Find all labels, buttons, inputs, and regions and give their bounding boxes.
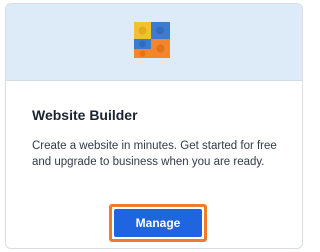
website-builder-card: Website Builder Create a website in minu…	[5, 3, 303, 249]
lego-blocks-icon	[134, 22, 170, 58]
card-banner	[6, 4, 302, 81]
manage-button-label: Manage	[114, 209, 202, 237]
card-description: Create a website in minutes. Get started…	[32, 140, 277, 168]
card-title: Website Builder	[32, 107, 138, 123]
manage-button[interactable]: Manage	[109, 204, 207, 242]
